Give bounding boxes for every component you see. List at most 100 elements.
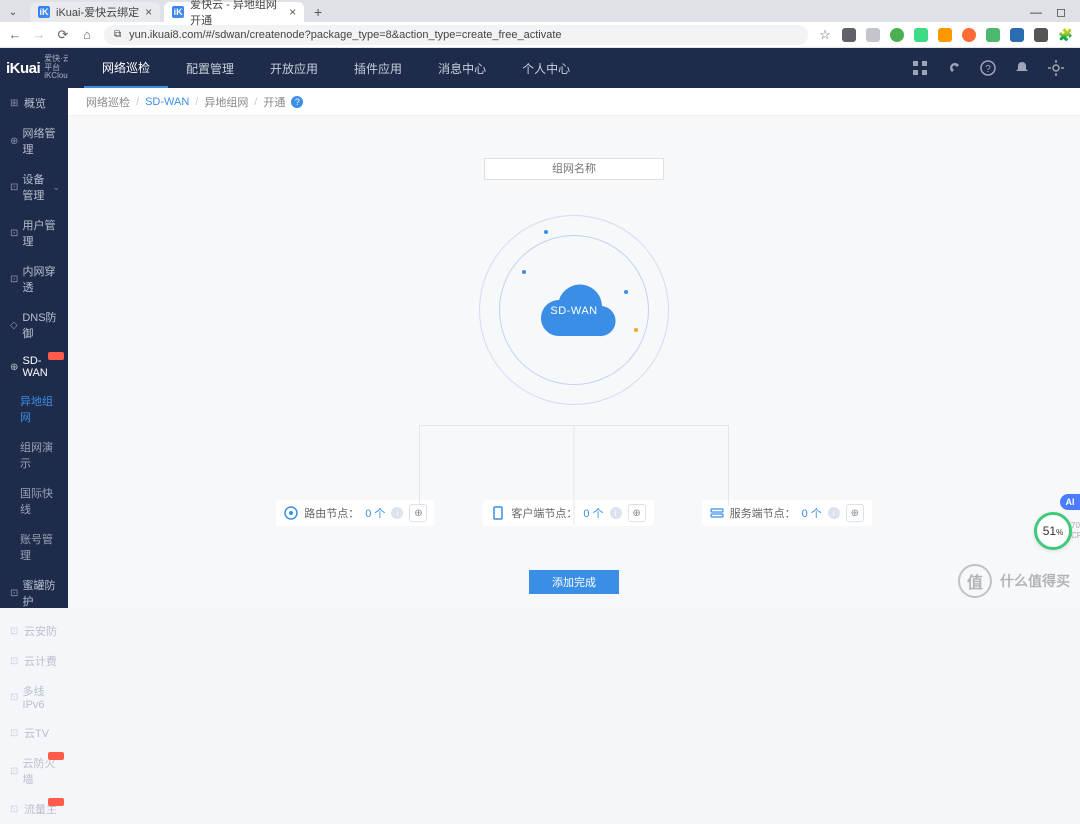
- nav-apps[interactable]: 开放应用: [252, 48, 336, 88]
- link-icon[interactable]: [946, 60, 962, 76]
- sidebar-item-sdwan[interactable]: ⊕SD-WAN: [0, 348, 68, 386]
- sidebar-item-network[interactable]: ⊕网络管理: [0, 118, 68, 164]
- settings-icon[interactable]: [1048, 60, 1064, 76]
- bc-item: 异地组网: [204, 94, 248, 110]
- tab-favicon-icon: iK: [172, 6, 184, 18]
- forward-icon[interactable]: →: [32, 27, 46, 42]
- reload-icon[interactable]: ⟳: [56, 27, 70, 43]
- extension-icon[interactable]: [1010, 28, 1024, 42]
- bc-sep: /: [136, 96, 139, 108]
- sidebar-item-cloud-security[interactable]: ⊡云安防: [0, 616, 68, 646]
- bc-sep: /: [254, 96, 257, 108]
- new-tab-button[interactable]: +: [308, 4, 328, 20]
- info-icon[interactable]: i: [610, 507, 622, 519]
- sidebar-item-account[interactable]: 账号管理: [0, 524, 68, 570]
- diagram-lines: [419, 425, 729, 505]
- add-node-button[interactable]: ⊕: [628, 504, 646, 522]
- bell-icon[interactable]: [1014, 60, 1030, 76]
- site-info-icon[interactable]: ⧉: [114, 29, 121, 40]
- help-icon[interactable]: ?: [980, 60, 996, 76]
- hot-badge: [48, 752, 64, 760]
- gauge-value: 51: [1043, 524, 1056, 538]
- bc-item-link[interactable]: SD-WAN: [145, 96, 189, 108]
- sidebar-item-users[interactable]: ⊡用户管理: [0, 210, 68, 256]
- overview-icon: ⊞: [10, 98, 20, 109]
- sidebar-item-intl[interactable]: 国际快线: [0, 478, 68, 524]
- router-node-card: 路由节点： 0 个 i ⊕: [276, 500, 435, 526]
- dot-icon: [522, 270, 526, 274]
- tab-close-icon[interactable]: ×: [145, 5, 152, 19]
- extension-puzzle-icon[interactable]: 🧩: [1058, 28, 1072, 42]
- performance-gauge[interactable]: 51% 70 CPU 4: [1034, 512, 1072, 550]
- sidebar-item-overview[interactable]: ⊞概览: [0, 88, 68, 118]
- bookmark-icon[interactable]: ☆: [818, 27, 832, 43]
- logo-text: iKuai: [6, 60, 40, 77]
- submit-button[interactable]: 添加完成: [529, 570, 619, 594]
- nav-config[interactable]: 配置管理: [168, 48, 252, 88]
- url-text: yun.ikuai8.com/#/sdwan/createnode?packag…: [129, 29, 561, 41]
- sidebar-item-billing[interactable]: ⊡云计费: [0, 646, 68, 676]
- network-name-input[interactable]: [484, 158, 664, 180]
- browser-tab-0[interactable]: iK iKuai-爱快云绑定 ×: [30, 2, 160, 22]
- router-icon: [284, 506, 298, 520]
- content-area: SD-WAN 路由节点： 0 个 i ⊕ 客户端节点： 0 个 i ⊕: [68, 116, 1080, 608]
- add-node-button[interactable]: ⊕: [409, 504, 427, 522]
- info-icon[interactable]: ?: [291, 96, 303, 108]
- extension-icon[interactable]: [1034, 28, 1048, 42]
- nat-icon: ⊡: [10, 274, 19, 285]
- home-icon[interactable]: ⌂: [80, 27, 94, 42]
- sidebar-item-dns[interactable]: ◇DNS防御: [0, 302, 68, 348]
- tab-dropdown[interactable]: ⌄: [4, 3, 22, 21]
- sidebar: iKuai 爱快·云平台 iKCloud ⊞概览 ⊕网络管理 ⊡设备管理⌄ ⊡用…: [0, 48, 68, 608]
- breadcrumb: 网络巡检 / SD-WAN / 异地组网 / 开通 ?: [68, 88, 1080, 116]
- extension-icon[interactable]: [842, 28, 856, 42]
- hot-badge: [48, 798, 64, 806]
- tv-icon: ⊡: [10, 728, 20, 739]
- window-maximize-icon[interactable]: ◻: [1056, 5, 1066, 19]
- back-icon[interactable]: ←: [8, 27, 22, 42]
- extension-icon[interactable]: [866, 28, 880, 42]
- nav-profile[interactable]: 个人中心: [504, 48, 588, 88]
- gauge-labels: 70 CPU 4: [1071, 521, 1080, 540]
- server-icon: [710, 506, 724, 520]
- extension-icon[interactable]: [914, 28, 928, 42]
- hot-badge: [48, 352, 64, 360]
- sidebar-item-honeypot[interactable]: ⊡蜜罐防护: [0, 570, 68, 616]
- nav-messages[interactable]: 消息中心: [420, 48, 504, 88]
- extension-icon[interactable]: [962, 28, 976, 42]
- node-label: 服务端节点：: [730, 505, 796, 521]
- sidebar-item-ipv6[interactable]: ⊡多线IPv6: [0, 676, 68, 718]
- nav-plugins[interactable]: 插件应用: [336, 48, 420, 88]
- tab-close-icon[interactable]: ×: [289, 5, 296, 19]
- window-minimize-icon[interactable]: —: [1030, 5, 1042, 19]
- sidebar-item-traffic[interactable]: ⊡流量主: [0, 794, 68, 824]
- tab-title: 爱快云 - 异地组网开通: [190, 0, 283, 28]
- ai-badge[interactable]: AI: [1060, 494, 1080, 510]
- sidebar-item-remote-net[interactable]: 异地组网: [0, 386, 68, 432]
- info-icon[interactable]: i: [828, 507, 840, 519]
- tab-title: iKuai-爱快云绑定: [56, 4, 139, 20]
- billing-icon: ⊡: [10, 656, 20, 667]
- honeypot-icon: ⊡: [10, 588, 19, 599]
- nav-inspect[interactable]: 网络巡检: [84, 48, 168, 88]
- add-node-button[interactable]: ⊕: [846, 504, 864, 522]
- sidebar-item-nat[interactable]: ⊡内网穿透: [0, 256, 68, 302]
- sidebar-item-cloud-tv[interactable]: ⊡云TV: [0, 718, 68, 748]
- cloud-icon: SD-WAN: [526, 278, 622, 342]
- user-icon: ⊡: [10, 228, 19, 239]
- grid-icon[interactable]: [912, 60, 928, 76]
- phone-icon: [491, 506, 505, 520]
- logo: iKuai 爱快·云平台 iKCloud: [0, 48, 68, 88]
- bc-item: 开通: [263, 94, 285, 110]
- extension-icon[interactable]: [938, 28, 952, 42]
- sdwan-icon: ⊕: [10, 362, 18, 373]
- sidebar-item-demo[interactable]: 组网演示: [0, 432, 68, 478]
- browser-tab-1[interactable]: iK 爱快云 - 异地组网开通 ×: [164, 2, 304, 22]
- extension-icon[interactable]: [890, 28, 904, 42]
- info-icon[interactable]: i: [391, 507, 403, 519]
- sidebar-item-device[interactable]: ⊡设备管理⌄: [0, 164, 68, 210]
- browser-tab-bar: ⌄ iK iKuai-爱快云绑定 × iK 爱快云 - 异地组网开通 × + —…: [0, 0, 1080, 22]
- sidebar-item-firewall[interactable]: ⊡云防火墙: [0, 748, 68, 794]
- cloud-label: SD-WAN: [550, 305, 597, 317]
- extension-icon[interactable]: [986, 28, 1000, 42]
